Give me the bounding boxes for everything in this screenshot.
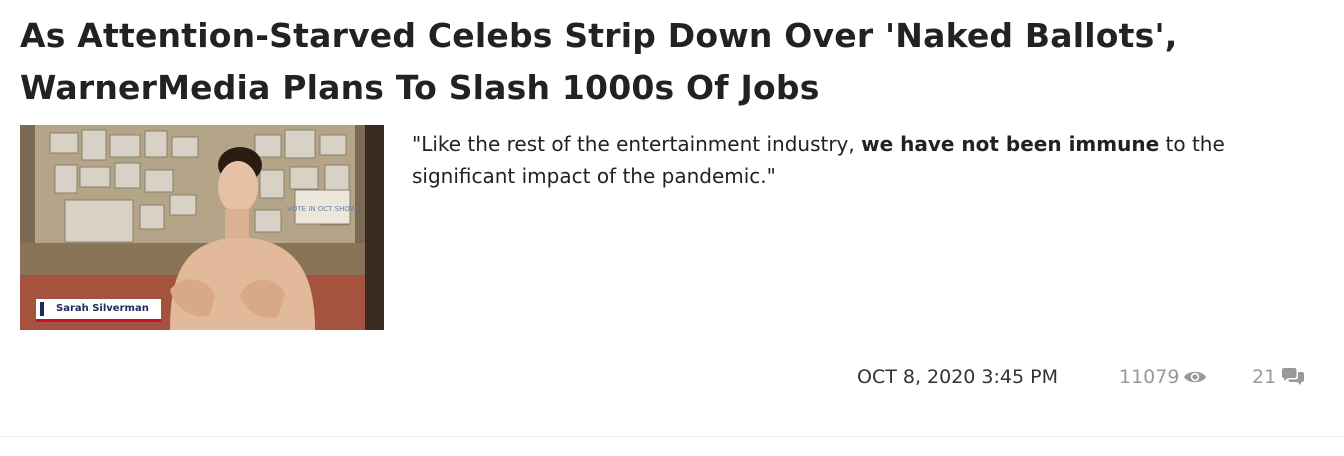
comments-icon <box>1282 368 1305 385</box>
comment-count-value: 21 <box>1252 366 1277 388</box>
article-thumbnail[interactable]: VOTE IN OCT SHOW Sarah Silverman <box>20 125 384 330</box>
name-tag-label: Sarah Silverman <box>56 303 149 314</box>
eye-icon <box>1184 371 1207 383</box>
article-headline[interactable]: As Attention-Starved Celebs Strip Down O… <box>20 10 1320 114</box>
name-lower-third: Sarah Silverman <box>36 299 161 322</box>
wall-sign-text: VOTE IN OCT SHOW <box>287 205 357 213</box>
article-excerpt: "Like the rest of the entertainment indu… <box>412 128 1312 192</box>
article-divider <box>0 436 1344 437</box>
excerpt-text-before: "Like the rest of the entertainment indu… <box>412 132 862 156</box>
comment-count[interactable]: 21 <box>1252 362 1306 392</box>
lower-third-accent <box>40 302 44 316</box>
view-count: 11079 <box>1119 362 1207 392</box>
view-count-value: 11079 <box>1119 366 1180 388</box>
publish-date: OCT 8, 2020 3:45 PM <box>857 366 1058 388</box>
excerpt-text-bold: we have not been immune <box>861 132 1160 156</box>
